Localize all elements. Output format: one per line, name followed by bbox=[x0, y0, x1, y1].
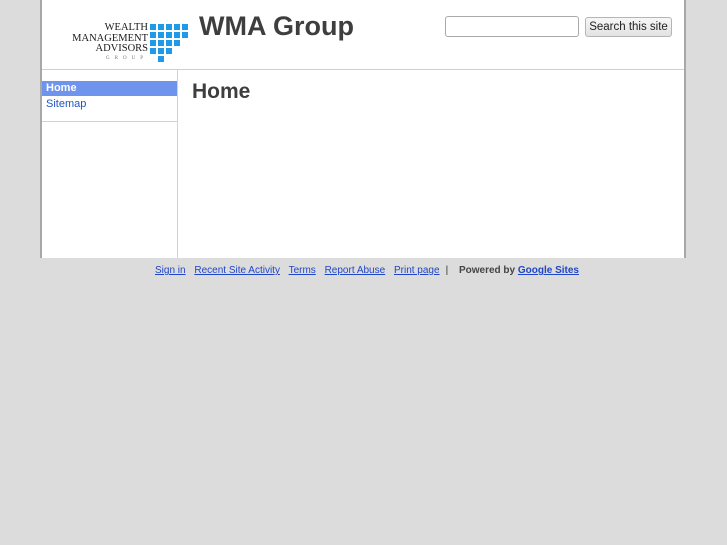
footer-link-terms[interactable]: Terms bbox=[289, 265, 316, 276]
site-title[interactable]: WMA Group bbox=[199, 11, 354, 42]
google-sites-link[interactable]: Google Sites bbox=[518, 265, 579, 276]
sidebar-item-sitemap[interactable]: Sitemap bbox=[42, 97, 177, 112]
site-header: WEALTH MANAGEMENT ADVISORS GROUP WMA Gro… bbox=[42, 0, 684, 70]
page-title: Home bbox=[192, 80, 251, 103]
footer-link-sign-in[interactable]: Sign in bbox=[155, 265, 186, 276]
site-logo[interactable]: WEALTH MANAGEMENT ADVISORS GROUP bbox=[62, 21, 188, 63]
footer-link-report-abuse[interactable]: Report Abuse bbox=[325, 265, 386, 276]
logo-grid-icon bbox=[150, 24, 188, 62]
sidebar-item-home[interactable]: Home bbox=[42, 81, 177, 96]
footer-link-recent-activity[interactable]: Recent Site Activity bbox=[194, 265, 280, 276]
powered-by-label: Powered by bbox=[458, 265, 516, 276]
search-input[interactable] bbox=[445, 16, 579, 37]
footer-separator: | bbox=[445, 265, 449, 276]
footer-link-print-page[interactable]: Print page bbox=[394, 265, 440, 276]
logo-wordmark: WEALTH MANAGEMENT ADVISORS GROUP bbox=[72, 22, 148, 62]
sidebar-nav: Home Sitemap bbox=[42, 81, 177, 122]
sidebar: Home Sitemap bbox=[42, 70, 178, 258]
site-footer: Sign in Recent Site Activity Terms Repor… bbox=[155, 265, 579, 276]
site-page: WEALTH MANAGEMENT ADVISORS GROUP WMA Gro… bbox=[40, 0, 686, 258]
logo-line-1: WEALTH bbox=[104, 22, 148, 33]
logo-line-3: ADVISORS bbox=[95, 43, 148, 54]
logo-line-4: GROUP bbox=[106, 55, 148, 61]
search-button[interactable]: Search this site bbox=[585, 17, 672, 37]
